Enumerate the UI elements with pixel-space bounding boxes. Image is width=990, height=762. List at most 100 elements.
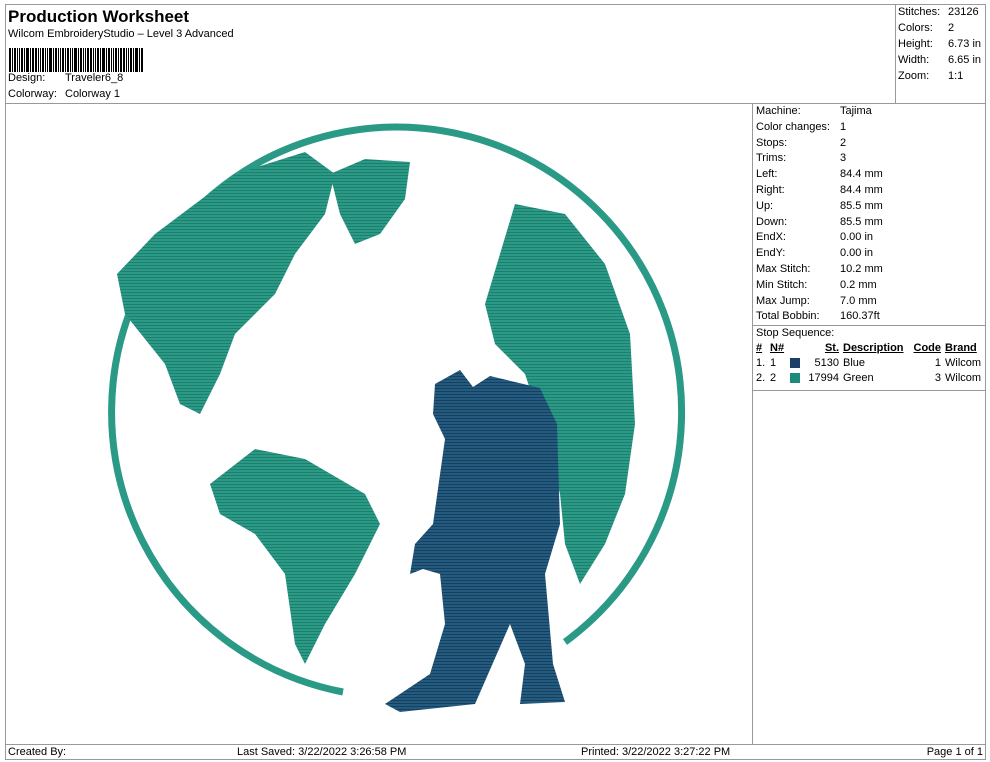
design-preview <box>5 104 753 744</box>
embroidery-design <box>108 123 686 712</box>
property-row: Min Stitch: 0.2 mm <box>753 278 986 294</box>
property-label: Total Bobbin: <box>756 310 820 323</box>
stop-sequence-row: 2. 2 17994 Green 3 Wilcom <box>753 371 986 386</box>
col-code: Code <box>913 341 942 354</box>
stat-row: Width: 6.65 in <box>898 53 986 69</box>
page-number: Page 1 of 1 <box>926 746 983 758</box>
row-brand: Wilcom <box>945 356 982 369</box>
row-index: 2. <box>756 371 766 384</box>
col-description: Description <box>843 341 904 354</box>
property-value: 3 <box>840 152 847 165</box>
design-value: Traveler6_8 <box>65 72 124 84</box>
property-value: 85.5 mm <box>840 199 883 212</box>
row-index: 1. <box>756 356 766 369</box>
row-code: 1 <box>934 356 941 369</box>
col-swatch <box>790 341 804 356</box>
design-stats: Stitches: 23126 Colors: 2 Height: 6.73 in W… <box>896 4 986 104</box>
stat-row: Stitches: 23126 <box>898 5 986 21</box>
property-value: 0.00 in <box>840 231 874 244</box>
property-value: 0.2 mm <box>840 278 877 291</box>
property-row: EndY: 0.00 in <box>753 246 986 262</box>
property-label: Max Stitch: <box>756 262 811 275</box>
property-row: Left: 84.4 mm <box>753 167 986 183</box>
stat-value: 6.73 in <box>948 38 982 50</box>
property-value: 10.2 mm <box>840 262 883 275</box>
stat-value: 2 <box>948 22 955 34</box>
stat-label: Colors: <box>898 22 933 34</box>
row-stitches: 5130 <box>814 356 839 369</box>
property-label: Trims: <box>756 152 787 165</box>
stat-value: 1:1 <box>948 70 964 82</box>
stat-label: Stitches: <box>898 6 941 18</box>
col-needle: N# <box>770 341 785 354</box>
property-label: Right: <box>756 183 785 196</box>
col-index: # <box>756 341 763 354</box>
created-by: Created By: <box>8 746 67 758</box>
property-row: Machine: Tajima <box>753 104 986 120</box>
property-label: Min Stitch: <box>756 278 808 291</box>
colorway-label: Colorway: <box>8 88 57 100</box>
row-description: Blue <box>843 356 866 369</box>
stat-label: Height: <box>898 38 933 50</box>
stat-label: Zoom: <box>898 70 930 82</box>
property-label: Max Jump: <box>756 294 810 307</box>
software-name: Wilcom EmbroideryStudio – Level 3 Advanc… <box>8 28 234 40</box>
property-value: 84.4 mm <box>840 168 883 181</box>
property-label: Down: <box>756 215 788 228</box>
continent-north-america <box>117 152 335 414</box>
page-title: Production Worksheet <box>8 7 190 26</box>
panel-divider <box>753 389 986 391</box>
property-value: 84.4 mm <box>840 183 883 196</box>
stat-value: 23126 <box>948 6 979 18</box>
hiker-silhouette <box>385 370 565 712</box>
property-row: EndX: 0.00 in <box>753 230 986 246</box>
property-row: Right: 84.4 mm <box>753 183 986 199</box>
property-value: 0.00 in <box>840 247 874 260</box>
property-label: Stops: <box>756 136 788 149</box>
property-row: Color changes: 1 <box>753 120 986 136</box>
last-saved: Last Saved: 3/22/2022 3:26:58 PM <box>237 746 407 758</box>
property-row: Trims: 3 <box>753 151 986 167</box>
row-code: 3 <box>934 371 941 384</box>
color-swatch <box>790 371 804 386</box>
worksheet-footer: Created By: Last Saved: 3/22/2022 3:26:5… <box>5 744 986 760</box>
property-label: Up: <box>756 199 774 212</box>
property-row: Up: 85.5 mm <box>753 199 986 215</box>
worksheet-header: Production Worksheet Wilcom EmbroiderySt… <box>5 4 896 104</box>
stop-sequence-header: # N# St. Description Code Brand <box>753 341 986 356</box>
printed-date: Printed: 3/22/2022 3:27:22 PM <box>581 746 731 758</box>
stat-label: Width: <box>898 54 930 66</box>
colorway-value: Colorway 1 <box>65 88 121 100</box>
property-value: 1 <box>840 120 847 133</box>
design-label: Design: <box>8 72 46 84</box>
property-label: EndX: <box>756 231 786 244</box>
stat-row: Colors: 2 <box>898 21 986 37</box>
property-value: 7.0 mm <box>840 294 877 307</box>
property-label: Left: <box>756 168 778 181</box>
barcode <box>9 48 175 72</box>
stop-sequence-title: Stop Sequence: <box>753 325 986 341</box>
property-row: Total Bobbin: 160.37ft <box>753 309 986 325</box>
property-label: Color changes: <box>756 120 830 133</box>
property-row: Max Jump: 7.0 mm <box>753 294 986 310</box>
stop-sequence-row: 1. 1 5130 Blue 1 Wilcom <box>753 356 986 371</box>
property-value: 85.5 mm <box>840 215 883 228</box>
stat-row: Zoom: 1:1 <box>898 69 986 85</box>
stat-value: 6.65 in <box>948 54 982 66</box>
continent-south-america <box>210 449 380 664</box>
col-brand: Brand <box>945 341 977 354</box>
property-value: Tajima <box>840 105 872 117</box>
row-needle: 2 <box>770 371 777 384</box>
property-row: Max Stitch: 10.2 mm <box>753 262 986 278</box>
property-value: 160.37ft <box>840 310 880 323</box>
colorway-row: Colorway: Colorway 1 <box>8 88 120 100</box>
stat-row: Height: 6.73 in <box>898 37 986 53</box>
col-stitches: St. <box>824 341 839 354</box>
property-row: Stops: 2 <box>753 136 986 152</box>
row-brand: Wilcom <box>945 371 982 384</box>
property-value: 2 <box>840 136 847 149</box>
row-stitches: 17994 <box>808 371 839 384</box>
property-label: EndY: <box>756 247 786 260</box>
row-needle: 1 <box>770 356 777 369</box>
design-properties-panel: Machine: Tajima Color changes: 1 Stops: 2 Trim… <box>753 104 986 744</box>
